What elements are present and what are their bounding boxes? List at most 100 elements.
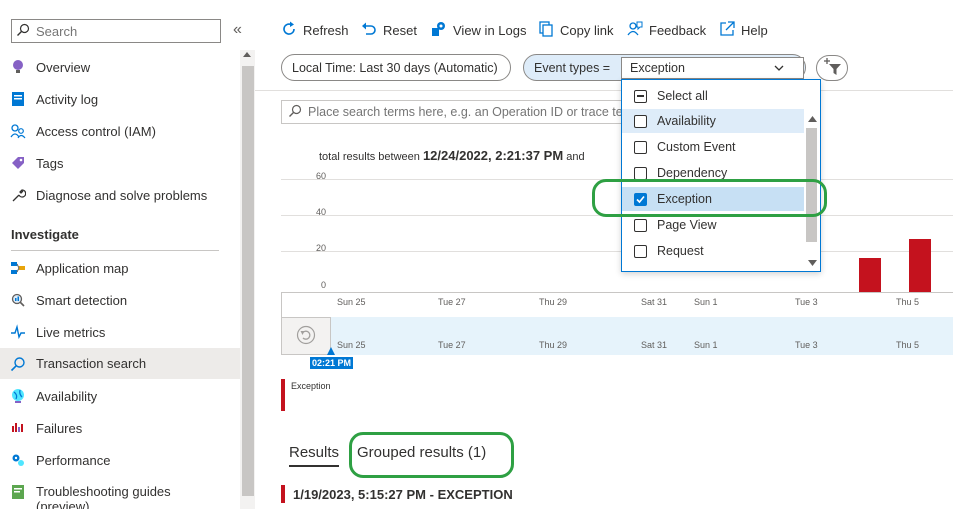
result-title: 1/19/2023, 5:15:27 PM - EXCEPTION [293, 487, 513, 502]
gridline [281, 251, 953, 252]
dropdown-option-custom-event[interactable]: Custom Event [622, 135, 804, 159]
dropdown-option-request[interactable]: Request [622, 239, 804, 263]
option-label: Page View [657, 218, 717, 232]
result-row[interactable]: 1/19/2023, 5:15:27 PM - EXCEPTION [281, 485, 513, 503]
summary-connector: and [566, 151, 585, 163]
query-search-input[interactable] [308, 105, 668, 119]
event-types-label: Event types = [534, 60, 611, 75]
reset-label: Reset [383, 22, 417, 38]
collapse-sidebar-button[interactable]: « [233, 21, 242, 39]
event-types-select[interactable]: Exception [621, 57, 804, 79]
timeline-tick-label: Thu 5 [896, 340, 920, 350]
activity-log-icon [10, 91, 26, 107]
sidebar-item-tags[interactable]: Tags [0, 148, 240, 178]
dropdown-option-exception[interactable]: Exception [622, 187, 804, 211]
view-in-logs-button[interactable]: View in Logs [431, 19, 526, 41]
sidebar-item-access-control[interactable]: Access control (IAM) [0, 116, 240, 146]
sidebar-item-label: Activity log [36, 91, 99, 107]
time-range-label: Local Time: Last 30 days (Automatic) [292, 60, 498, 75]
bar-chart-icon [10, 420, 26, 436]
sidebar-item-transaction-search[interactable]: Transaction search [0, 348, 240, 379]
axis-tick [281, 292, 282, 317]
sidebar-item-label: Troubleshooting guides (preview) [36, 484, 171, 509]
sidebar-item-failures[interactable]: Failures [0, 413, 240, 443]
external-link-icon [719, 20, 735, 40]
checkbox-checked-icon [634, 192, 647, 206]
feedback-button[interactable]: Feedback [627, 19, 706, 41]
sidebar-item-performance[interactable]: Performance [0, 445, 240, 475]
sidebar-item-live-metrics[interactable]: Live metrics [0, 317, 240, 347]
app-map-icon [10, 260, 26, 276]
dropdown-option-select-all[interactable]: Select all [622, 84, 804, 108]
tab-grouped-results[interactable]: Grouped results (1) [357, 444, 486, 461]
search-icon [288, 104, 302, 121]
sidebar-item-activity-log[interactable]: Activity log [0, 84, 240, 114]
scroll-up-arrow-icon[interactable] [808, 116, 817, 122]
sidebar-item-application-map[interactable]: Application map [0, 253, 240, 283]
help-button[interactable]: Help [719, 19, 768, 41]
sidebar-item-diagnose[interactable]: Diagnose and solve problems [0, 180, 240, 210]
timeline-tick-label: Tue 27 [438, 340, 466, 350]
option-label: Custom Event [657, 140, 736, 154]
dropdown-option-page-view[interactable]: Page View [622, 213, 804, 237]
checkbox-icon [634, 244, 647, 258]
copy-link-button[interactable]: Copy link [538, 19, 613, 41]
x-tick-label: Tue 27 [438, 297, 466, 307]
sidebar-item-overview[interactable]: Overview [0, 52, 240, 82]
globe-icon [10, 388, 26, 404]
option-label: Request [657, 244, 704, 258]
sidebar-search[interactable] [11, 19, 221, 43]
sidebar-item-label: Overview [36, 59, 91, 75]
tab-results[interactable]: Results [289, 444, 340, 467]
checkbox-icon [634, 270, 647, 271]
option-label: Exception [657, 192, 712, 206]
refresh-button[interactable]: Refresh [281, 19, 349, 41]
timeline-handle-time: 02:21 PM [310, 357, 354, 369]
copy-link-label: Copy link [560, 22, 614, 38]
gridline [281, 215, 953, 216]
dropdown-scrollbar-thumb[interactable] [806, 128, 817, 242]
sidebar-item-availability[interactable]: Availability [0, 381, 240, 411]
scroll-down-arrow-icon[interactable] [808, 260, 817, 266]
sidebar-item-troubleshooting-guides[interactable]: Troubleshooting guides (preview) [0, 480, 240, 509]
checkbox-icon [634, 140, 647, 154]
add-filter-button[interactable] [816, 55, 848, 81]
option-label: Select all [657, 89, 708, 103]
dropdown-option-availability[interactable]: Availability [622, 109, 804, 133]
timeline-tick-label: Sat 31 [641, 340, 668, 350]
event-types-dropdown[interactable]: Select all Availability Custom Event Dep… [621, 79, 821, 272]
gears-icon [10, 452, 26, 468]
x-tick-label: Sun 1 [694, 297, 718, 307]
gridline [281, 179, 953, 180]
sidebar-search-input[interactable] [36, 23, 206, 39]
chart-baseline [281, 292, 953, 293]
view-in-logs-label: View in Logs [453, 22, 527, 38]
copy-icon [538, 20, 554, 40]
feedback-label: Feedback [649, 22, 707, 38]
smart-detection-icon [10, 292, 26, 308]
reset-button[interactable]: Reset [361, 19, 417, 41]
timeline-brush[interactable]: Sun 25 Tue 27 Thu 29 Sat 31 Sun 1 Tue 3 … [281, 317, 953, 355]
people-icon [10, 123, 26, 139]
total-results-summary: total results between 12/24/2022, 2:21:3… [319, 148, 585, 163]
time-range-filter[interactable]: Local Time: Last 30 days (Automatic) [281, 54, 511, 81]
x-tick-label: Thu 29 [539, 297, 568, 307]
sidebar-item-label: Transaction search [36, 356, 147, 371]
timeline-handle-marker[interactable] [327, 347, 335, 355]
chart-bar-exception[interactable] [859, 258, 881, 292]
result-severity-bar [281, 485, 285, 503]
logs-icon [431, 21, 447, 40]
x-tick-label: Sat 31 [641, 297, 668, 307]
chart-bar-exception[interactable] [909, 239, 931, 292]
dropdown-option-partial[interactable] [622, 265, 804, 271]
sidebar-item-label: Tags [36, 155, 64, 171]
sidebar-item-smart-detection[interactable]: Smart detection [0, 285, 240, 315]
dropdown-option-dependency[interactable]: Dependency [622, 161, 804, 185]
scroll-up-arrow-icon[interactable] [243, 52, 251, 57]
y-tick-label: 60 [316, 171, 327, 181]
timeline-reset-button[interactable] [281, 317, 331, 355]
sidebar-scrollbar-thumb[interactable] [242, 66, 254, 496]
timeline-tick-label: Sun 1 [694, 340, 718, 350]
y-tick-label: 0 [321, 280, 327, 290]
event-types-value: Exception [630, 61, 685, 75]
